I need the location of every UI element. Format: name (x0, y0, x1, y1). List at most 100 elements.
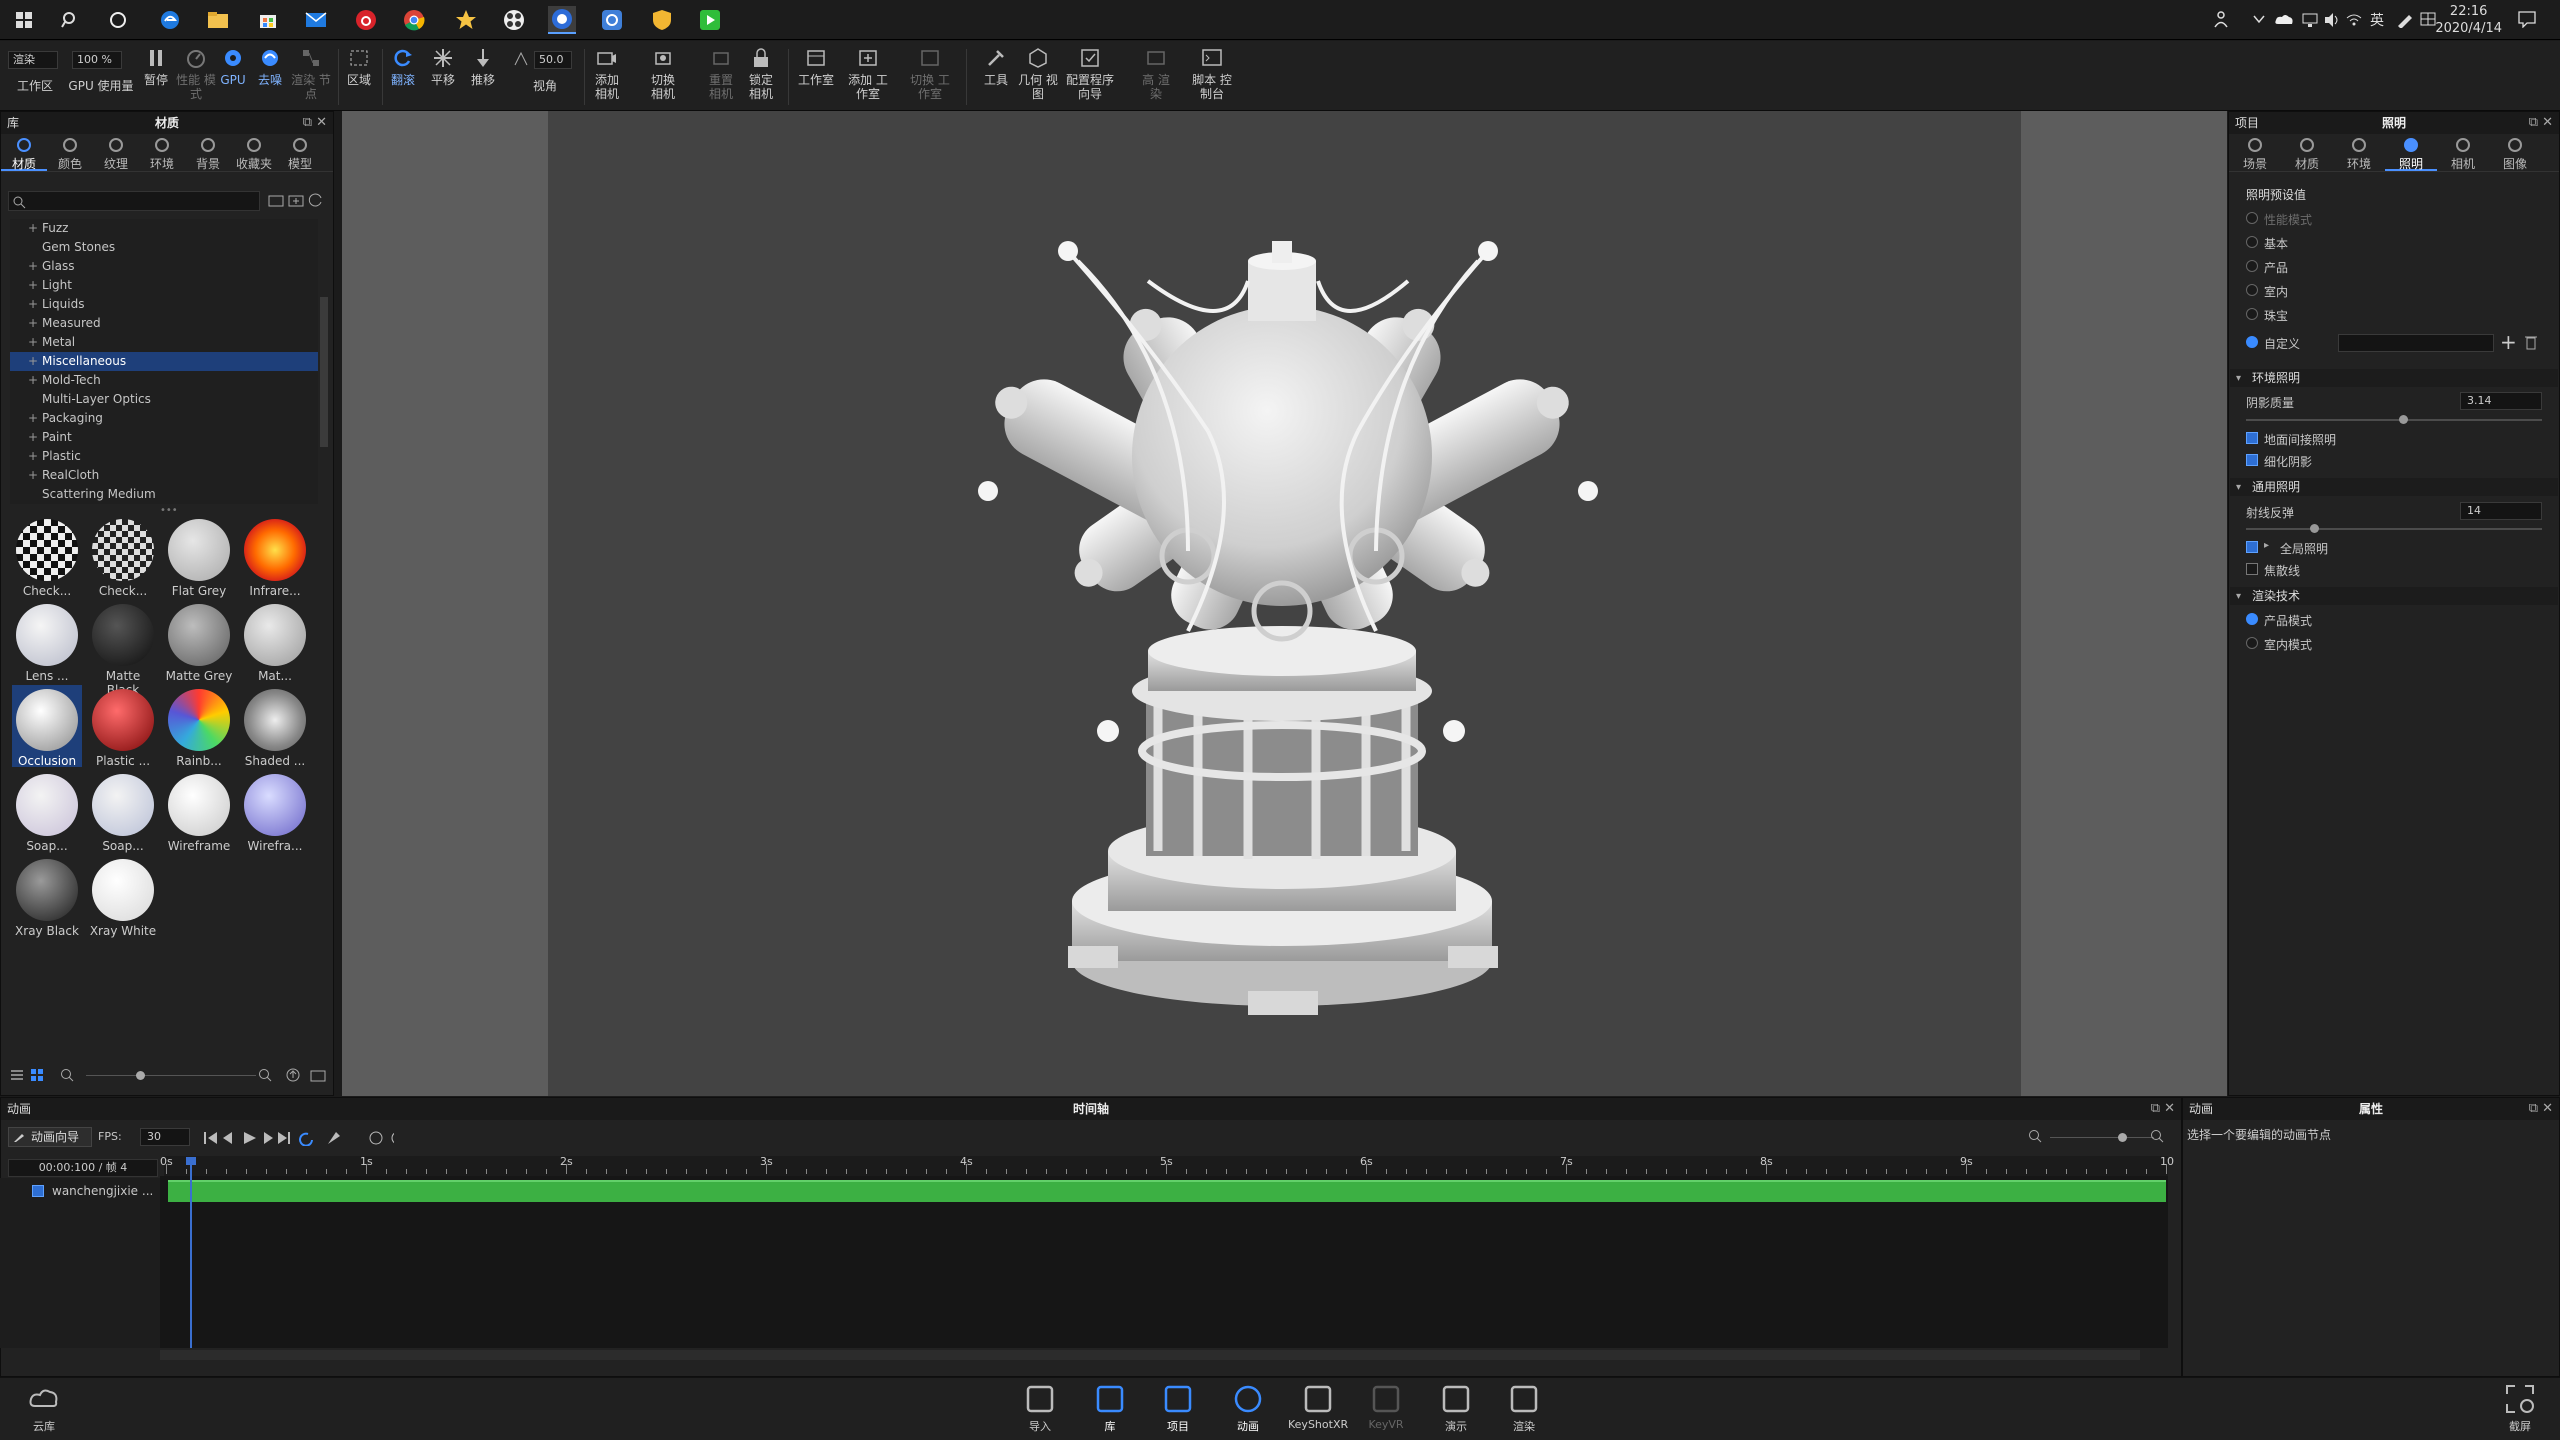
toolbar-lock-camera[interactable]: 锁定 相机 (742, 47, 780, 105)
toolbar-performance-mode[interactable]: 性能 模式 (176, 47, 216, 105)
library-tab-color[interactable]: 颜色 (47, 134, 93, 171)
general-lighting-header[interactable]: 通用照明 (2230, 478, 2558, 496)
ground-indirect-checkbox[interactable] (2246, 432, 2258, 444)
notification-person-icon[interactable] (2212, 10, 2230, 28)
screenshot-button[interactable]: 截屏 (2490, 1380, 2550, 1438)
shadow-quality-slider[interactable] (2246, 419, 2542, 421)
toolbar-render-nodes[interactable]: 渲染 节点 (290, 47, 332, 105)
ime-language-indicator[interactable]: 英 (2370, 10, 2384, 30)
toolbar-denoise[interactable]: 去噪 (252, 47, 288, 105)
chrome-icon[interactable] (400, 6, 428, 34)
toolbar-add-camera[interactable]: 添加 相机 (588, 47, 626, 105)
project-tab-scene[interactable]: 场景 (2229, 134, 2281, 171)
panel-dock-close-icon[interactable]: ⧉ ✕ (2529, 112, 2553, 134)
category-item[interactable]: + Metal (10, 333, 318, 352)
refresh-icon[interactable] (308, 192, 324, 208)
custom-preset-field[interactable] (2338, 334, 2494, 352)
library-tab-backplate[interactable]: 背景 (185, 134, 231, 171)
app-icon[interactable] (500, 6, 528, 34)
windows-start-icon[interactable] (10, 6, 38, 34)
project-tab-image[interactable]: 图像 (2489, 134, 2541, 171)
render-canvas[interactable] (548, 111, 2021, 1096)
lighting-preset-radio[interactable] (2246, 260, 2258, 272)
lighting-preset-radio[interactable] (2246, 236, 2258, 248)
action-center-icon[interactable] (2518, 10, 2536, 28)
thumbnail-size-slider[interactable] (86, 1075, 256, 1076)
zoom-in-icon[interactable] (258, 1068, 272, 1082)
delete-preset-icon[interactable] (2524, 334, 2538, 350)
panel-dock-close-icon[interactable]: ⧉ ✕ (303, 112, 327, 134)
toolbar-add-studio[interactable]: 添加 工作室 (846, 47, 890, 105)
lighting-preset-radio[interactable] (2246, 284, 2258, 296)
category-item[interactable]: + RealCloth (10, 466, 318, 485)
lighting-preset-radio[interactable] (2246, 212, 2258, 224)
dock-import-button[interactable]: 导入 (1010, 1380, 1070, 1438)
project-tab-material[interactable]: 材质 (2281, 134, 2333, 171)
expand-plus-icon[interactable]: + (28, 219, 38, 238)
keyshot-taskbar-icon[interactable] (548, 6, 576, 34)
dock-animation-button[interactable]: 动画 (1218, 1380, 1278, 1438)
media-player-icon[interactable] (696, 6, 724, 34)
library-tab-material[interactable]: 材质 (1, 134, 47, 171)
material-thumbnail[interactable]: Plastic ... (88, 685, 158, 768)
file-explorer-icon[interactable] (204, 6, 232, 34)
dock-project-button[interactable]: 项目 (1148, 1380, 1208, 1438)
expand-plus-icon[interactable]: + (28, 295, 38, 314)
shield-icon[interactable] (648, 6, 676, 34)
fov-input[interactable]: 50.0 (534, 51, 572, 69)
render-mode-select[interactable]: 渲染 (8, 51, 58, 69)
app-window-icon[interactable] (598, 6, 626, 34)
material-thumbnail[interactable]: Rainb... (164, 685, 234, 768)
expand-plus-icon[interactable]: + (28, 333, 38, 352)
category-item[interactable]: Gem Stones (10, 238, 318, 257)
fps-input[interactable]: 30 (140, 1128, 190, 1146)
material-thumbnail[interactable]: Occlusion (12, 685, 82, 768)
material-thumbnail[interactable]: Xray White (88, 855, 158, 938)
folder-add-icon[interactable] (288, 192, 304, 208)
category-item[interactable]: + Plastic (10, 447, 318, 466)
ray-bounces-slider[interactable] (2246, 528, 2542, 530)
caustics-checkbox[interactable] (2246, 563, 2258, 575)
dock-keyshotxr-button[interactable]: KeyShotXR (1288, 1380, 1348, 1438)
material-thumbnail[interactable]: Check... (88, 515, 158, 598)
track-name[interactable]: wanchengjixie ... (52, 1184, 153, 1198)
library-tab-texture[interactable]: 纹理 (93, 134, 139, 171)
panel-dock-close-icon[interactable]: ⧉ ✕ (2151, 1098, 2175, 1120)
toolbar-reset-camera[interactable]: 重置 相机 (702, 47, 740, 105)
category-item[interactable]: Scattering Medium (10, 485, 318, 504)
dock-presentation-button[interactable]: 演示 (1426, 1380, 1486, 1438)
fine-shadow-checkbox[interactable] (2246, 454, 2258, 466)
track-visible-checkbox[interactable] (32, 1185, 44, 1197)
playhead[interactable] (190, 1160, 192, 1348)
animation-track-bar[interactable] (168, 1180, 2166, 1202)
list-view-icon[interactable] (10, 1068, 24, 1082)
toolbar-tumble[interactable]: 翻滚 (386, 47, 420, 105)
category-item[interactable]: + Glass (10, 257, 318, 276)
wifi-icon[interactable] (2346, 12, 2362, 28)
material-thumbnail[interactable]: Shaded ... (240, 685, 310, 768)
category-item[interactable]: + Miscellaneous (10, 352, 318, 371)
category-item[interactable]: + Mold-Tech (10, 371, 318, 390)
toolbar-switch-studio[interactable]: 切换 工作室 (908, 47, 952, 105)
expand-plus-icon[interactable]: + (28, 371, 38, 390)
toolbar-studio[interactable]: 工作室 (792, 47, 840, 105)
library-tab-favorites[interactable]: 收藏夹 (231, 134, 277, 171)
search-icon[interactable] (56, 6, 84, 34)
toolbar-dolly[interactable]: 推移 (466, 47, 500, 105)
pen-ink-icon[interactable] (2396, 10, 2414, 28)
cloud-library-button[interactable]: 云库 (14, 1380, 74, 1438)
expand-plus-icon[interactable]: + (28, 428, 38, 447)
shadow-quality-input[interactable]: 3.14 (2460, 392, 2542, 410)
material-thumbnail[interactable]: Lens ... (12, 600, 82, 683)
category-item[interactable]: + Liquids (10, 295, 318, 314)
toolbar-switch-camera[interactable]: 切换 相机 (644, 47, 682, 105)
category-scrollbar[interactable] (320, 297, 328, 447)
timeline-zoom-out-icon[interactable] (2028, 1129, 2042, 1143)
material-thumbnail[interactable]: Soap... (12, 770, 82, 853)
system-clock[interactable]: 22:16 2020/4/14 (2435, 3, 2502, 37)
folder-open-icon[interactable] (268, 192, 284, 208)
lighting-preset-radio[interactable] (2246, 308, 2258, 320)
expand-plus-icon[interactable]: + (28, 466, 38, 485)
global-illumination-checkbox[interactable] (2246, 541, 2258, 553)
category-item[interactable]: + Fuzz (10, 219, 318, 238)
